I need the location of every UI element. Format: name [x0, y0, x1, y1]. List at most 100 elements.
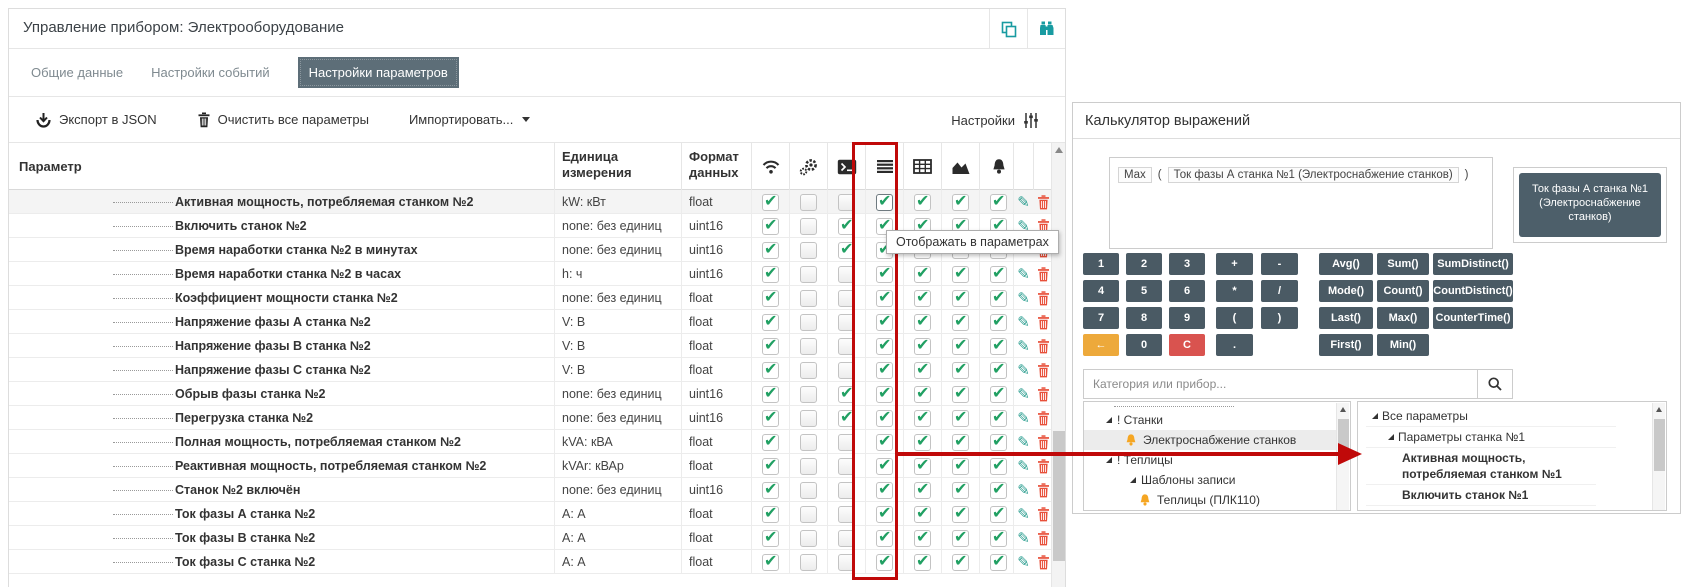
- edit-parameter-button[interactable]: ✎: [1013, 358, 1033, 382]
- edit-parameter-button[interactable]: ✎: [1013, 286, 1033, 310]
- checkbox-gears-icon[interactable]: [800, 194, 817, 211]
- delete-parameter-button[interactable]: [1033, 526, 1053, 550]
- checkbox-wifi-icon[interactable]: [762, 434, 779, 451]
- checkbox-area-chart-icon[interactable]: [952, 458, 969, 475]
- checkbox-terminal-icon[interactable]: [838, 218, 855, 235]
- checkbox-data-table-icon[interactable]: [914, 266, 931, 283]
- checkbox-wifi-icon[interactable]: [762, 194, 779, 211]
- delete-parameter-button[interactable]: [1033, 334, 1053, 358]
- operator-key-.[interactable]: .: [1216, 334, 1253, 356]
- delete-parameter-button[interactable]: [1033, 262, 1053, 286]
- checkbox-gears-icon[interactable]: [800, 242, 817, 259]
- category-tree-item[interactable]: ! Теплицы: [1084, 450, 1336, 470]
- checkbox-area-chart-icon[interactable]: [952, 554, 969, 571]
- edit-parameter-button[interactable]: ✎: [1013, 190, 1033, 214]
- checkbox-gears-icon[interactable]: [800, 458, 817, 475]
- edit-parameter-button[interactable]: ✎: [1013, 502, 1033, 526]
- checkbox-terminal-icon[interactable]: [838, 290, 855, 307]
- checkbox-wifi-icon[interactable]: [762, 506, 779, 523]
- operator-key-+[interactable]: +: [1216, 253, 1253, 275]
- checkbox-gears-icon[interactable]: [800, 218, 817, 235]
- edit-parameter-button[interactable]: ✎: [1013, 334, 1033, 358]
- function-key-sumdistinct[interactable]: SumDistinct(): [1433, 253, 1513, 275]
- checkbox-wifi-icon[interactable]: [762, 554, 779, 571]
- checkbox-list-view-icon[interactable]: [876, 410, 893, 427]
- digit-key-4[interactable]: 4: [1083, 280, 1119, 302]
- checkbox-gears-icon[interactable]: [800, 506, 817, 523]
- table-row[interactable]: Напряжение фазы С станка №2V: Вfloat✎: [9, 358, 1053, 382]
- delete-parameter-button[interactable]: [1033, 382, 1053, 406]
- checkbox-terminal-icon[interactable]: [838, 362, 855, 379]
- parameter-tree-item[interactable]: Активная мощность, потребляемая станком …: [1366, 448, 1596, 485]
- export-json-button[interactable]: Экспорт в JSON: [35, 112, 157, 128]
- checkbox-gears-icon[interactable]: [800, 314, 817, 331]
- category-tree-item[interactable]: Шаблоны записи: [1084, 470, 1336, 490]
- scroll-up-icon[interactable]: [1055, 147, 1063, 153]
- tab-general-data[interactable]: Общие данные: [31, 65, 123, 80]
- tree-expand-icon[interactable]: [1372, 413, 1378, 419]
- checkbox-list-view-icon[interactable]: [876, 506, 893, 523]
- parameter-tree-item[interactable]: Включить станок №1: [1366, 485, 1596, 506]
- tree-expand-icon[interactable]: [1106, 457, 1112, 463]
- edit-parameter-button[interactable]: ✎: [1013, 262, 1033, 286]
- table-row[interactable]: Полная мощность, потребляемая станком №2…: [9, 430, 1053, 454]
- checkbox-list-view-icon[interactable]: [876, 482, 893, 499]
- checkbox-bell-icon[interactable]: [990, 314, 1007, 331]
- checkbox-bell-icon[interactable]: [990, 434, 1007, 451]
- search-button[interactable]: [1478, 369, 1513, 399]
- checkbox-wifi-icon[interactable]: [762, 362, 779, 379]
- checkbox-data-table-icon[interactable]: [914, 410, 931, 427]
- checkbox-bell-icon[interactable]: [990, 290, 1007, 307]
- function-key-min[interactable]: Min(): [1377, 334, 1429, 356]
- find-button[interactable]: [1027, 9, 1065, 49]
- category-tree-item[interactable]: ! Станки: [1084, 410, 1336, 430]
- checkbox-bell-icon[interactable]: [990, 386, 1007, 403]
- checkbox-wifi-icon[interactable]: [762, 386, 779, 403]
- parameter-tree-item[interactable]: Все параметры: [1366, 406, 1616, 427]
- scroll-up-icon[interactable]: [1340, 407, 1346, 412]
- checkbox-bell-icon[interactable]: [990, 194, 1007, 211]
- checkbox-data-table-icon[interactable]: [914, 506, 931, 523]
- checkbox-area-chart-icon[interactable]: [952, 434, 969, 451]
- checkbox-area-chart-icon[interactable]: [952, 194, 969, 211]
- function-key-mode[interactable]: Mode(): [1319, 280, 1373, 302]
- checkbox-area-chart-icon[interactable]: [952, 338, 969, 355]
- checkbox-terminal-icon[interactable]: [838, 482, 855, 499]
- checkbox-data-table-icon[interactable]: [914, 482, 931, 499]
- checkbox-terminal-icon[interactable]: [838, 266, 855, 283]
- operator-key--[interactable]: -: [1261, 253, 1298, 275]
- expression-token[interactable]: Ток фазы А станка №1 (Электроснабжение с…: [1168, 167, 1459, 183]
- delete-parameter-button[interactable]: [1033, 406, 1053, 430]
- delete-parameter-button[interactable]: [1033, 478, 1053, 502]
- category-tree-item[interactable]: Теплицы (ПЛК110): [1084, 490, 1336, 510]
- checkbox-area-chart-icon[interactable]: [952, 410, 969, 427]
- operator-key-/[interactable]: /: [1261, 280, 1298, 302]
- table-row[interactable]: Активная мощность, потребляемая станком …: [9, 190, 1053, 214]
- checkbox-gears-icon[interactable]: [800, 266, 817, 283]
- edit-parameter-button[interactable]: ✎: [1013, 478, 1033, 502]
- tree-expand-icon[interactable]: [1130, 477, 1136, 483]
- checkbox-list-view-icon[interactable]: [876, 458, 893, 475]
- checkbox-area-chart-icon[interactable]: [952, 482, 969, 499]
- delete-parameter-button[interactable]: [1033, 550, 1053, 574]
- checkbox-terminal-icon[interactable]: [838, 554, 855, 571]
- checkbox-terminal-icon[interactable]: [838, 458, 855, 475]
- checkbox-gears-icon[interactable]: [800, 362, 817, 379]
- checkbox-gears-icon[interactable]: [800, 482, 817, 499]
- edit-parameter-button[interactable]: ✎: [1013, 550, 1033, 574]
- checkbox-bell-icon[interactable]: [990, 338, 1007, 355]
- table-scrollbar[interactable]: [1051, 143, 1065, 587]
- checkbox-bell-icon[interactable]: [990, 266, 1007, 283]
- table-row[interactable]: Ток фазы С станка №2A: Аfloat✎: [9, 550, 1053, 574]
- checkbox-area-chart-icon[interactable]: [952, 506, 969, 523]
- checkbox-bell-icon[interactable]: [990, 410, 1007, 427]
- table-row[interactable]: Перегрузка станка №2none: без единицuint…: [9, 406, 1053, 430]
- checkbox-list-view-icon[interactable]: [876, 386, 893, 403]
- checkbox-wifi-icon[interactable]: [762, 410, 779, 427]
- checkbox-gears-icon[interactable]: [800, 530, 817, 547]
- parameter-chip[interactable]: Ток фазы А станка №1 (Электроснабжение с…: [1519, 173, 1661, 237]
- checkbox-wifi-icon[interactable]: [762, 290, 779, 307]
- category-tree-item[interactable]: Электроснабжение станков: [1084, 430, 1336, 450]
- edit-parameter-button[interactable]: ✎: [1013, 430, 1033, 454]
- edit-parameter-button[interactable]: ✎: [1013, 526, 1033, 550]
